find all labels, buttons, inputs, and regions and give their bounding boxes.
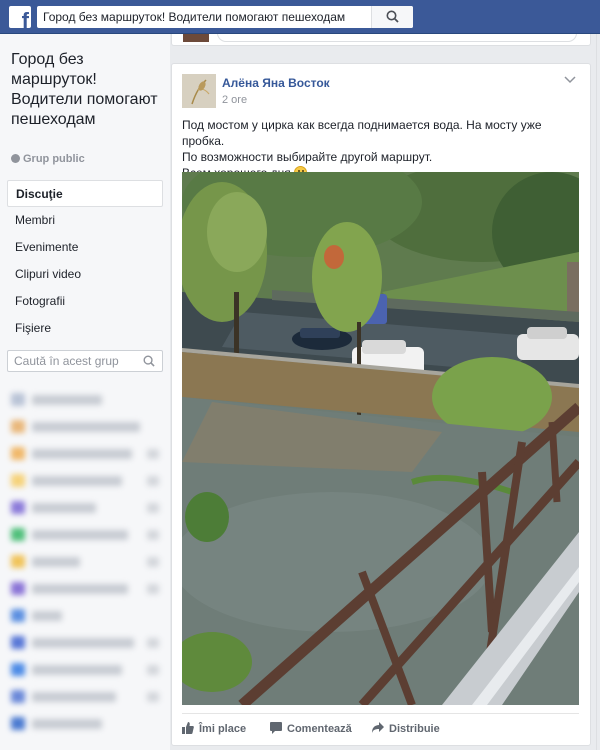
nav-item-members[interactable]: Membri bbox=[7, 207, 163, 234]
like-button[interactable]: Îmi place bbox=[182, 722, 246, 735]
post-photo[interactable] bbox=[182, 172, 579, 705]
post-timestamp[interactable]: 2 ore bbox=[222, 94, 247, 106]
blurred-shortcuts bbox=[8, 386, 163, 737]
nav-item-files[interactable]: Fişiere bbox=[7, 315, 163, 342]
nav-item-events[interactable]: Evenimente bbox=[7, 234, 163, 261]
thumbs-up-icon bbox=[182, 722, 194, 734]
global-search-field[interactable]: Город без маршруток! Водители помогают п… bbox=[37, 6, 413, 28]
group-search[interactable] bbox=[7, 350, 163, 372]
group-nav: Discuţie Membri Evenimente Clipuri video… bbox=[7, 180, 163, 342]
comment-button[interactable]: Comentează bbox=[270, 722, 352, 735]
search-icon[interactable] bbox=[143, 355, 155, 367]
nav-item-videos[interactable]: Clipuri video bbox=[7, 261, 163, 288]
group-search-input[interactable] bbox=[14, 354, 134, 368]
group-title[interactable]: Город без маршруток! Водители помогают п… bbox=[11, 50, 161, 130]
nav-item-discussion[interactable]: Discuţie bbox=[7, 180, 163, 207]
post-text-line: По возможности выбирайте другой маршрут. bbox=[182, 150, 433, 164]
facebook-logo[interactable]: f bbox=[9, 6, 31, 28]
comment-box[interactable] bbox=[217, 34, 577, 42]
globe-icon bbox=[11, 154, 20, 163]
global-search-value: Город без маршруток! Водители помогают п… bbox=[43, 10, 346, 24]
post-actions: Îmi place Comentează Distribuie bbox=[182, 713, 579, 743]
share-icon bbox=[372, 722, 384, 733]
top-bar: f Город без маршруток! Водители помогают… bbox=[0, 0, 600, 34]
search-icon bbox=[386, 10, 399, 23]
feed-post: Алёна Яна Восток 2 ore Под мостом у цирк… bbox=[171, 63, 591, 746]
post-author[interactable]: Алёна Яна Восток bbox=[222, 76, 330, 90]
nav-item-photos[interactable]: Fotografii bbox=[7, 288, 163, 315]
share-button[interactable]: Distribuie bbox=[372, 722, 440, 735]
group-privacy: Grup public bbox=[11, 153, 85, 165]
post-text-line: Под мостом у цирка как всегда поднимаетс… bbox=[182, 118, 542, 148]
comment-icon bbox=[270, 722, 282, 734]
search-button[interactable] bbox=[371, 6, 413, 28]
chevron-down-icon[interactable] bbox=[564, 76, 576, 84]
previous-post-footer bbox=[171, 34, 591, 46]
scrollbar-track[interactable] bbox=[596, 34, 597, 750]
avatar[interactable] bbox=[182, 74, 216, 108]
avatar-image bbox=[182, 74, 216, 108]
left-sidebar: Город без маршруток! Водители помогают п… bbox=[0, 34, 170, 750]
comment-avatar bbox=[183, 34, 209, 42]
